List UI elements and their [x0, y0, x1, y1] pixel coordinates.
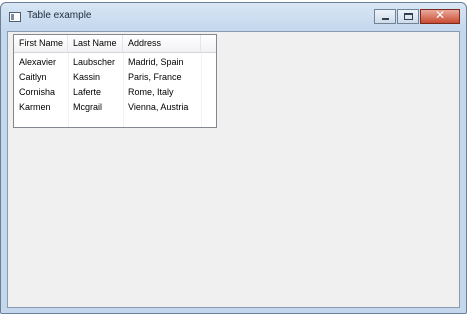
minimize-button[interactable] [374, 9, 396, 24]
table-header: First Name Last Name Address [14, 35, 216, 53]
column-header-last-name[interactable]: Last Name [68, 35, 123, 52]
maximize-button[interactable] [397, 9, 419, 24]
table-row[interactable]: Caitlyn Kassin Paris, France [14, 70, 216, 85]
people-table[interactable]: First Name Last Name Address Alexavier L… [13, 34, 217, 128]
cell-last-name: Laferte [73, 87, 102, 97]
column-header-address[interactable]: Address [123, 35, 201, 52]
cell-first-name: Alexavier [19, 57, 57, 67]
column-header-first-name[interactable]: First Name [14, 35, 68, 52]
column-header-filler [201, 35, 216, 52]
close-button[interactable]: ✕ [420, 8, 460, 24]
app-window: Table example ✕ First Name Last Name Add… [0, 2, 467, 314]
window-icon[interactable] [9, 12, 21, 22]
table-row[interactable]: Karmen Mcgrail Vienna, Austria [14, 100, 216, 115]
cell-last-name: Mcgrail [73, 102, 103, 112]
window-title: Table example [27, 10, 92, 21]
cell-address: Madrid, Spain [128, 57, 184, 67]
table-row[interactable]: Cornisha Laferte Rome, Italy [14, 85, 216, 100]
cell-first-name: Caitlyn [19, 72, 47, 82]
cell-address: Vienna, Austria [128, 102, 189, 112]
cell-first-name: Cornisha [19, 87, 56, 97]
close-icon: ✕ [434, 8, 446, 22]
maximize-icon [404, 13, 413, 20]
cell-first-name: Karmen [19, 102, 51, 112]
title-bar[interactable]: Table example ✕ [1, 3, 466, 31]
minimize-icon [382, 18, 389, 20]
table-row[interactable]: Alexavier Laubscher Madrid, Spain [14, 55, 216, 70]
cell-last-name: Laubscher [73, 57, 116, 67]
cell-address: Rome, Italy [128, 87, 174, 97]
cell-address: Paris, France [128, 72, 182, 82]
window-client-area: First Name Last Name Address Alexavier L… [7, 31, 460, 308]
cell-last-name: Kassin [73, 72, 101, 82]
caption-buttons: ✕ [374, 8, 460, 26]
